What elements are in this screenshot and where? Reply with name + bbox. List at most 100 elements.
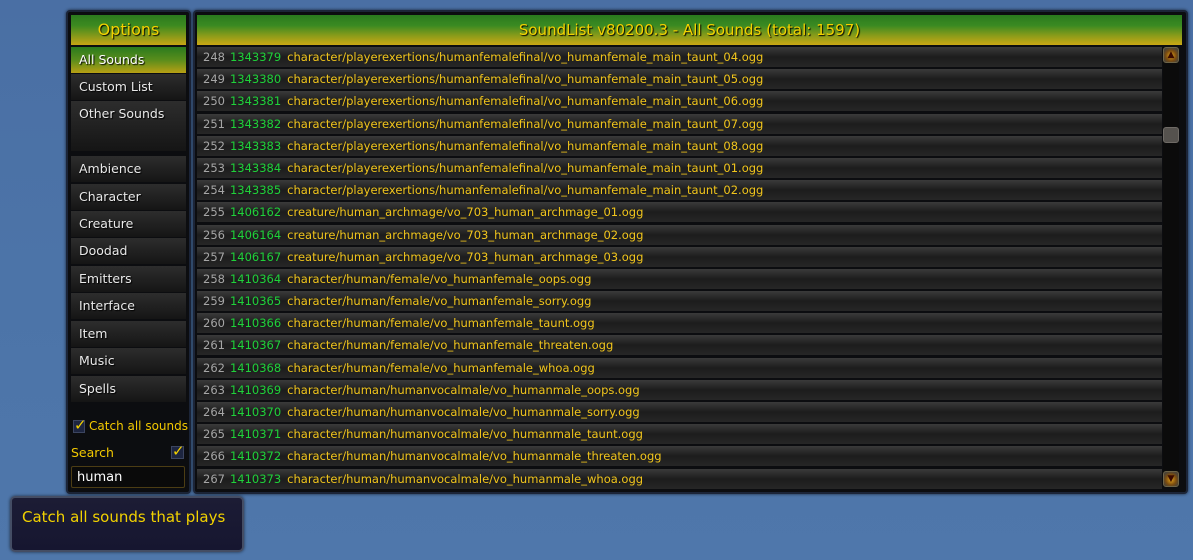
- options-title: Options: [71, 15, 186, 45]
- category-ambience[interactable]: Ambience: [71, 156, 186, 182]
- category-label: Creature: [79, 216, 134, 231]
- row-index: 262: [203, 360, 225, 375]
- row-sound-path: character/playerexertions/humanfemalefin…: [287, 116, 764, 131]
- row-sound-path: character/playerexertions/humanfemalefin…: [287, 72, 764, 87]
- sound-row[interactable]: 266 1410372 character/human/humanvocalmale…: [197, 446, 1162, 467]
- row-index: 254: [203, 183, 225, 198]
- search-label: Search: [71, 445, 114, 460]
- options-panel: Options All Sounds Custom List Other Sou…: [66, 10, 191, 494]
- catch-all-label: Catch all sounds: [89, 419, 188, 433]
- sound-row[interactable]: 264 1410370 character/human/humanvocalmale…: [197, 402, 1162, 422]
- scrollbar-track[interactable]: [1163, 47, 1179, 487]
- sound-row[interactable]: 251 1343382 character/playerexertions/huma…: [197, 113, 1162, 134]
- row-sound-id: 1410366: [229, 316, 282, 331]
- category-label: Music: [79, 353, 115, 368]
- sound-row[interactable]: 248 1343379 character/playerexertions/huma…: [197, 47, 1162, 67]
- option-label: All Sounds: [79, 52, 145, 67]
- row-sound-id: 1410371: [229, 427, 282, 442]
- sound-row[interactable]: 254 1343385 character/playerexertions/huma…: [197, 180, 1162, 201]
- category-item[interactable]: Item: [71, 321, 186, 347]
- row-sound-path: character/human/female/vo_humanfemale_th…: [287, 338, 614, 353]
- row-sound-id: 1410373: [229, 471, 282, 486]
- sound-row[interactable]: 258 1410364 character/human/female/vo_huma…: [197, 268, 1162, 289]
- row-sound-path: character/playerexertions/humanfemalefin…: [287, 183, 764, 198]
- row-sound-path: character/human/female/vo_humanfemale_so…: [287, 294, 592, 309]
- row-sound-path: character/playerexertions/humanfemalefin…: [287, 50, 764, 64]
- row-sound-id: 1343384: [229, 160, 282, 175]
- category-character[interactable]: Character: [71, 184, 186, 210]
- row-index: 259: [203, 294, 225, 309]
- sound-row[interactable]: 255 1406162 creature/human_archmage/vo_703…: [197, 202, 1162, 223]
- row-sound-id: 1410368: [229, 360, 282, 375]
- row-index: 258: [203, 271, 225, 286]
- row-index: 255: [203, 205, 225, 220]
- sound-list-rows: 248 1343379 character/playerexertions/huma…: [197, 47, 1162, 491]
- row-sound-path: character/human/female/vo_humanfemale_wh…: [287, 360, 595, 375]
- category-label: Emitters: [79, 271, 132, 286]
- sound-row[interactable]: 259 1410365 character/human/female/vo_huma…: [197, 291, 1162, 312]
- option-label: Other Sounds: [79, 106, 165, 121]
- sound-row[interactable]: 256 1406164 creature/human_archmage/vo_703…: [197, 224, 1162, 245]
- scrollbar-thumb[interactable]: [1163, 126, 1179, 143]
- category-emitters[interactable]: Emitters: [71, 266, 186, 292]
- row-sound-id: 1406167: [229, 249, 282, 264]
- option-other-sounds[interactable]: Other Sounds: [71, 101, 186, 151]
- category-label: Item: [79, 326, 108, 341]
- scroll-up-icon[interactable]: ▲: [1163, 47, 1179, 63]
- row-sound-path: character/playerexertions/humanfemalefin…: [287, 138, 764, 153]
- row-sound-id: 1343379: [229, 50, 282, 64]
- category-label: Character: [79, 189, 141, 204]
- row-sound-id: 1410370: [229, 405, 282, 419]
- row-index: 261: [203, 338, 225, 353]
- category-spells[interactable]: Spells: [71, 376, 186, 402]
- row-sound-id: 1343383: [229, 138, 282, 153]
- sound-row[interactable]: 250 1343381 character/playerexertions/huma…: [197, 91, 1162, 112]
- row-sound-id: 1406164: [229, 227, 282, 242]
- sound-row[interactable]: 261 1410367 character/human/female/vo_huma…: [197, 335, 1162, 356]
- sound-row[interactable]: 252 1343383 character/playerexertions/huma…: [197, 135, 1162, 156]
- sound-row[interactable]: 263 1410369 character/human/humanvocalmale…: [197, 379, 1162, 400]
- category-interface[interactable]: Interface: [71, 293, 186, 319]
- row-sound-id: 1343385: [229, 183, 282, 198]
- row-sound-path: character/human/humanvocalmale/vo_humanm…: [287, 382, 640, 397]
- row-sound-path: character/human/female/vo_humanfemale_ta…: [287, 316, 595, 331]
- row-sound-path: character/human/humanvocalmale/vo_humanm…: [287, 427, 643, 442]
- row-index: 266: [203, 449, 225, 464]
- sound-row[interactable]: 267 1410373 character/human/humanvocalmale…: [197, 468, 1162, 489]
- row-sound-path: creature/human_archmage/vo_703_human_arc…: [287, 249, 644, 264]
- row-sound-path: character/human/humanvocalmale/vo_humanm…: [287, 449, 662, 464]
- category-label: Ambience: [79, 161, 142, 176]
- sound-row[interactable]: 249 1343380 character/playerexertions/huma…: [197, 69, 1162, 90]
- row-sound-id: 1410364: [229, 271, 282, 286]
- category-music[interactable]: Music: [71, 348, 186, 374]
- option-custom-list[interactable]: Custom List: [71, 74, 186, 100]
- row-sound-id: 1410365: [229, 294, 282, 309]
- search-input[interactable]: [71, 466, 185, 488]
- row-index: 248: [203, 50, 225, 64]
- sound-row[interactable]: 257 1406167 creature/human_archmage/vo_703…: [197, 246, 1162, 267]
- row-index: 253: [203, 160, 225, 175]
- row-sound-id: 1343381: [229, 94, 282, 109]
- sound-row[interactable]: 265 1410371 character/human/humanvocalmale…: [197, 424, 1162, 445]
- category-creature[interactable]: Creature: [71, 211, 186, 237]
- row-index: 267: [203, 471, 225, 486]
- row-sound-path: character/playerexertions/humanfemalefin…: [287, 94, 764, 109]
- sound-row[interactable]: 253 1343384 character/playerexertions/huma…: [197, 157, 1162, 178]
- row-index: 264: [203, 405, 225, 419]
- row-index: 256: [203, 227, 225, 242]
- row-sound-id: 1343380: [229, 72, 282, 87]
- row-index: 265: [203, 427, 225, 442]
- sound-row[interactable]: 260 1410366 character/human/female/vo_huma…: [197, 313, 1162, 334]
- category-label: Interface: [79, 298, 135, 313]
- category-doodad[interactable]: Doodad: [71, 238, 186, 264]
- sound-row[interactable]: 262 1410368 character/human/female/vo_huma…: [197, 357, 1162, 378]
- row-index: 263: [203, 382, 225, 397]
- option-all-sounds[interactable]: All Sounds: [71, 47, 186, 73]
- search-checkbox[interactable]: [171, 442, 185, 460]
- scroll-down-icon[interactable]: ▼: [1163, 471, 1179, 487]
- category-label: Spells: [79, 381, 117, 396]
- row-index: 252: [203, 138, 225, 153]
- sound-list-panel: SoundList v80200.3 - All Sounds (total: …: [193, 10, 1188, 494]
- row-sound-path: creature/human_archmage/vo_703_human_arc…: [287, 227, 644, 242]
- catch-all-checkbox[interactable]: [73, 416, 87, 434]
